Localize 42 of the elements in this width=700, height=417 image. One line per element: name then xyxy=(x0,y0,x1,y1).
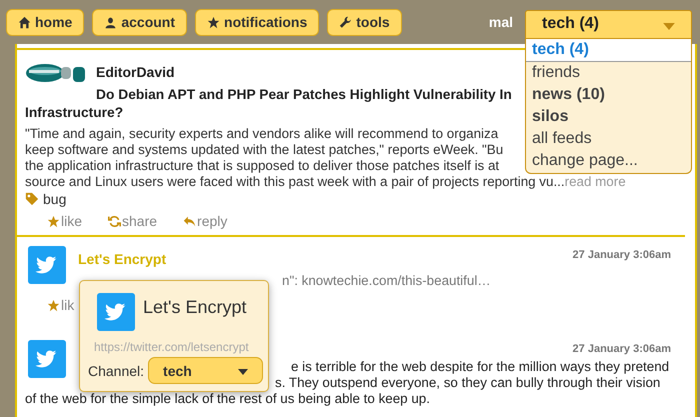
wrench-icon xyxy=(339,16,352,28)
post-date: 27 January 3:06am xyxy=(572,249,671,261)
action-link[interactable]: like xyxy=(47,213,82,229)
menu-option[interactable]: all feeds xyxy=(526,128,691,150)
post-text-line: e is terrible for the web despite for the million ways they pretend xyxy=(291,359,670,375)
channel-label: Channel: xyxy=(88,362,144,378)
star-icon xyxy=(47,214,60,228)
profile-name: Let's Encrypt xyxy=(143,297,246,318)
nav-button[interactable]: account xyxy=(92,8,188,36)
bird-avatar-icon xyxy=(28,339,66,379)
feed-select[interactable]: tech (4) xyxy=(525,10,692,38)
caret-icon xyxy=(238,369,248,375)
post-text-line: of the web for the simple lack of the rest of us being able to keep up. xyxy=(25,391,430,407)
post-text-line: n": knowtechie.com/this-beautiful… xyxy=(282,273,491,289)
action-link[interactable]: reply xyxy=(183,213,228,229)
post-date: 27 January 3:06am xyxy=(572,343,671,355)
post-text-line: s. They outspend everyone, so they can bully through their vision xyxy=(275,375,660,391)
action-link[interactable]: share xyxy=(108,213,158,229)
menu-option[interactable]: silos xyxy=(526,106,691,128)
menu-option[interactable]: news (10) xyxy=(526,84,691,106)
refresh-icon xyxy=(108,214,122,228)
reply-icon xyxy=(183,214,196,228)
nav-button[interactable]: home xyxy=(6,8,84,36)
caret-icon xyxy=(663,22,675,30)
action-link[interactable]: lik xyxy=(47,297,74,313)
site-logo xyxy=(25,62,87,84)
tag-label[interactable]: bug xyxy=(43,191,66,207)
menu-option[interactable]: change page... xyxy=(526,150,691,172)
bird-avatar-icon xyxy=(28,245,66,285)
home-icon xyxy=(18,16,31,28)
channel-select[interactable]: tech xyxy=(148,357,264,384)
star-icon xyxy=(207,16,220,28)
nav-button[interactable]: tools xyxy=(327,8,402,36)
bird-avatar-icon xyxy=(97,292,135,332)
star-icon xyxy=(47,298,60,312)
user-icon xyxy=(104,16,118,28)
menu-option[interactable]: tech (4) xyxy=(526,38,691,62)
author-name[interactable]: EditorDavid xyxy=(96,64,175,80)
tag-icon xyxy=(25,192,39,206)
nav-button[interactable]: notifications xyxy=(195,8,320,36)
username: mal xyxy=(488,14,513,30)
menu-option[interactable]: friends xyxy=(526,62,691,84)
